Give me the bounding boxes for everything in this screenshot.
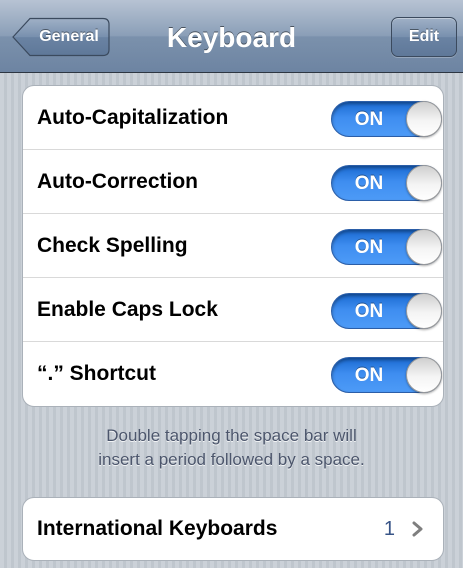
enable-caps-lock-toggle[interactable]: ON bbox=[331, 293, 442, 329]
toggle-state-text: ON bbox=[354, 365, 384, 386]
auto-correction-toggle[interactable]: ON bbox=[331, 165, 442, 201]
setting-row-enable-caps-lock: Enable Caps Lock ON bbox=[23, 278, 443, 342]
toggle-state-text: ON bbox=[354, 301, 384, 322]
period-shortcut-toggle[interactable]: ON bbox=[331, 357, 442, 393]
international-keyboards-row[interactable]: International Keyboards 1 bbox=[23, 498, 443, 560]
footer-line: insert a period followed by a space. bbox=[98, 450, 365, 469]
setting-label: International Keyboards bbox=[37, 517, 278, 540]
edit-button[interactable]: Edit bbox=[391, 17, 457, 57]
keyboard-settings-group: Auto-Capitalization ON Auto-Correction O… bbox=[22, 85, 444, 407]
toggle-knob bbox=[406, 101, 442, 137]
setting-row-auto-capitalization: Auto-Capitalization ON bbox=[23, 86, 443, 150]
back-button-label: General bbox=[39, 28, 99, 45]
international-keyboards-group: International Keyboards 1 bbox=[22, 497, 444, 561]
shortcut-footer-note: Double tapping the space bar will insert… bbox=[40, 424, 423, 472]
setting-label: Enable Caps Lock bbox=[37, 298, 218, 321]
setting-row-period-shortcut: “.” Shortcut ON bbox=[23, 342, 443, 406]
toggle-state-text: ON bbox=[354, 109, 384, 130]
setting-row-auto-correction: Auto-Correction ON bbox=[23, 150, 443, 214]
toggle-state-text: ON bbox=[354, 173, 384, 194]
check-spelling-toggle[interactable]: ON bbox=[331, 229, 442, 265]
chevron-right-icon bbox=[412, 521, 423, 537]
auto-capitalization-toggle[interactable]: ON bbox=[331, 101, 442, 137]
back-button-general[interactable]: General bbox=[12, 17, 110, 57]
setting-label: Auto-Correction bbox=[37, 170, 198, 193]
toggle-knob bbox=[406, 229, 442, 265]
page-title: Keyboard bbox=[166, 22, 297, 53]
setting-row-check-spelling: Check Spelling ON bbox=[23, 214, 443, 278]
keyboard-count: 1 bbox=[383, 518, 395, 540]
footer-line: Double tapping the space bar will bbox=[106, 426, 357, 445]
toggle-state-text: ON bbox=[354, 237, 384, 258]
toggle-knob bbox=[406, 293, 442, 329]
setting-label: “.” Shortcut bbox=[37, 362, 156, 385]
toggle-knob bbox=[406, 165, 442, 201]
setting-label: Check Spelling bbox=[37, 234, 188, 257]
toggle-knob bbox=[406, 357, 442, 393]
navigation-bar: General Keyboard Edit bbox=[0, 0, 463, 73]
setting-label: Auto-Capitalization bbox=[37, 106, 229, 129]
